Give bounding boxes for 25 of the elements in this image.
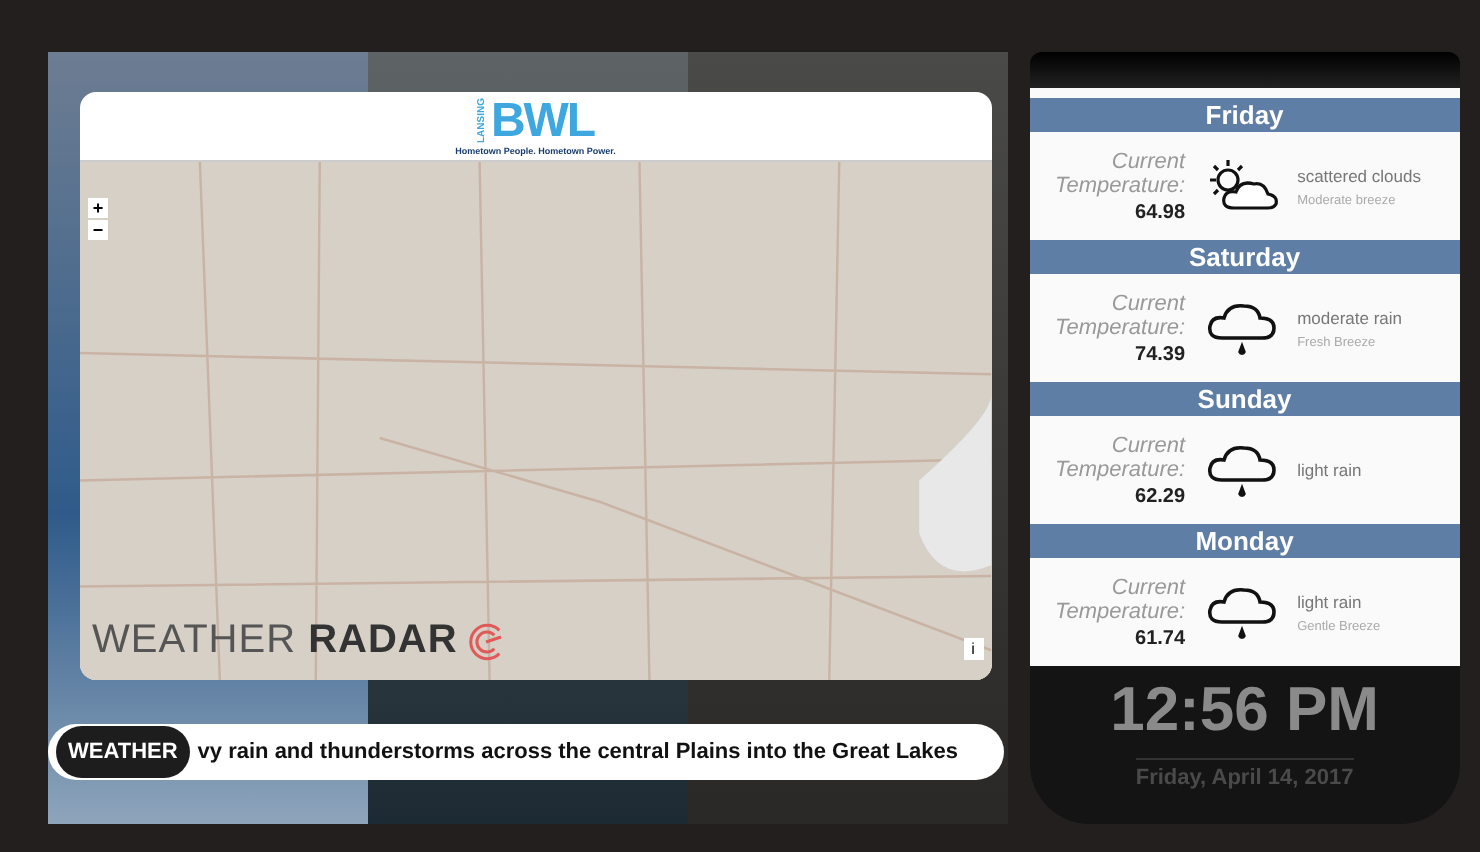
ticker-label: WEATHER xyxy=(56,726,190,778)
temperature-label: Current Temperature: xyxy=(1053,433,1186,481)
temperature-value: 64.98 xyxy=(1135,201,1186,223)
condition-text: light rain xyxy=(1297,460,1362,480)
info-button[interactable]: i xyxy=(963,638,984,660)
zoom-in-button[interactable]: + xyxy=(88,198,108,218)
ticker-text: vy rain and thunderstorms across the central Plains into the Great Lakes xyxy=(197,740,959,764)
temperature-value: 61.74 xyxy=(1135,627,1186,649)
temperature-value: 62.29 xyxy=(1135,485,1186,507)
day-header: Friday xyxy=(1029,98,1460,132)
temperature-value: 74.39 xyxy=(1135,343,1186,365)
clock-time: 12:56 PM xyxy=(1110,674,1379,746)
radar-icon xyxy=(465,621,506,661)
day-header: Saturday xyxy=(1029,240,1460,274)
logo-letters: BWL xyxy=(490,97,595,145)
temperature-label: Current Temperature: xyxy=(1053,149,1186,197)
day-header: Sunday xyxy=(1029,382,1460,416)
condition-text: light rain xyxy=(1297,591,1364,611)
condition-text: scattered clouds xyxy=(1297,165,1421,185)
day-header: Monday xyxy=(1029,524,1460,558)
radar-title: WEATHER RADAR xyxy=(92,618,458,664)
zoom-out-button[interactable]: − xyxy=(88,220,108,240)
temperature-label: Current Temperature: xyxy=(1053,575,1186,623)
temperature-label: Current Temperature: xyxy=(1053,291,1186,339)
condition-text: moderate rain xyxy=(1297,307,1403,327)
